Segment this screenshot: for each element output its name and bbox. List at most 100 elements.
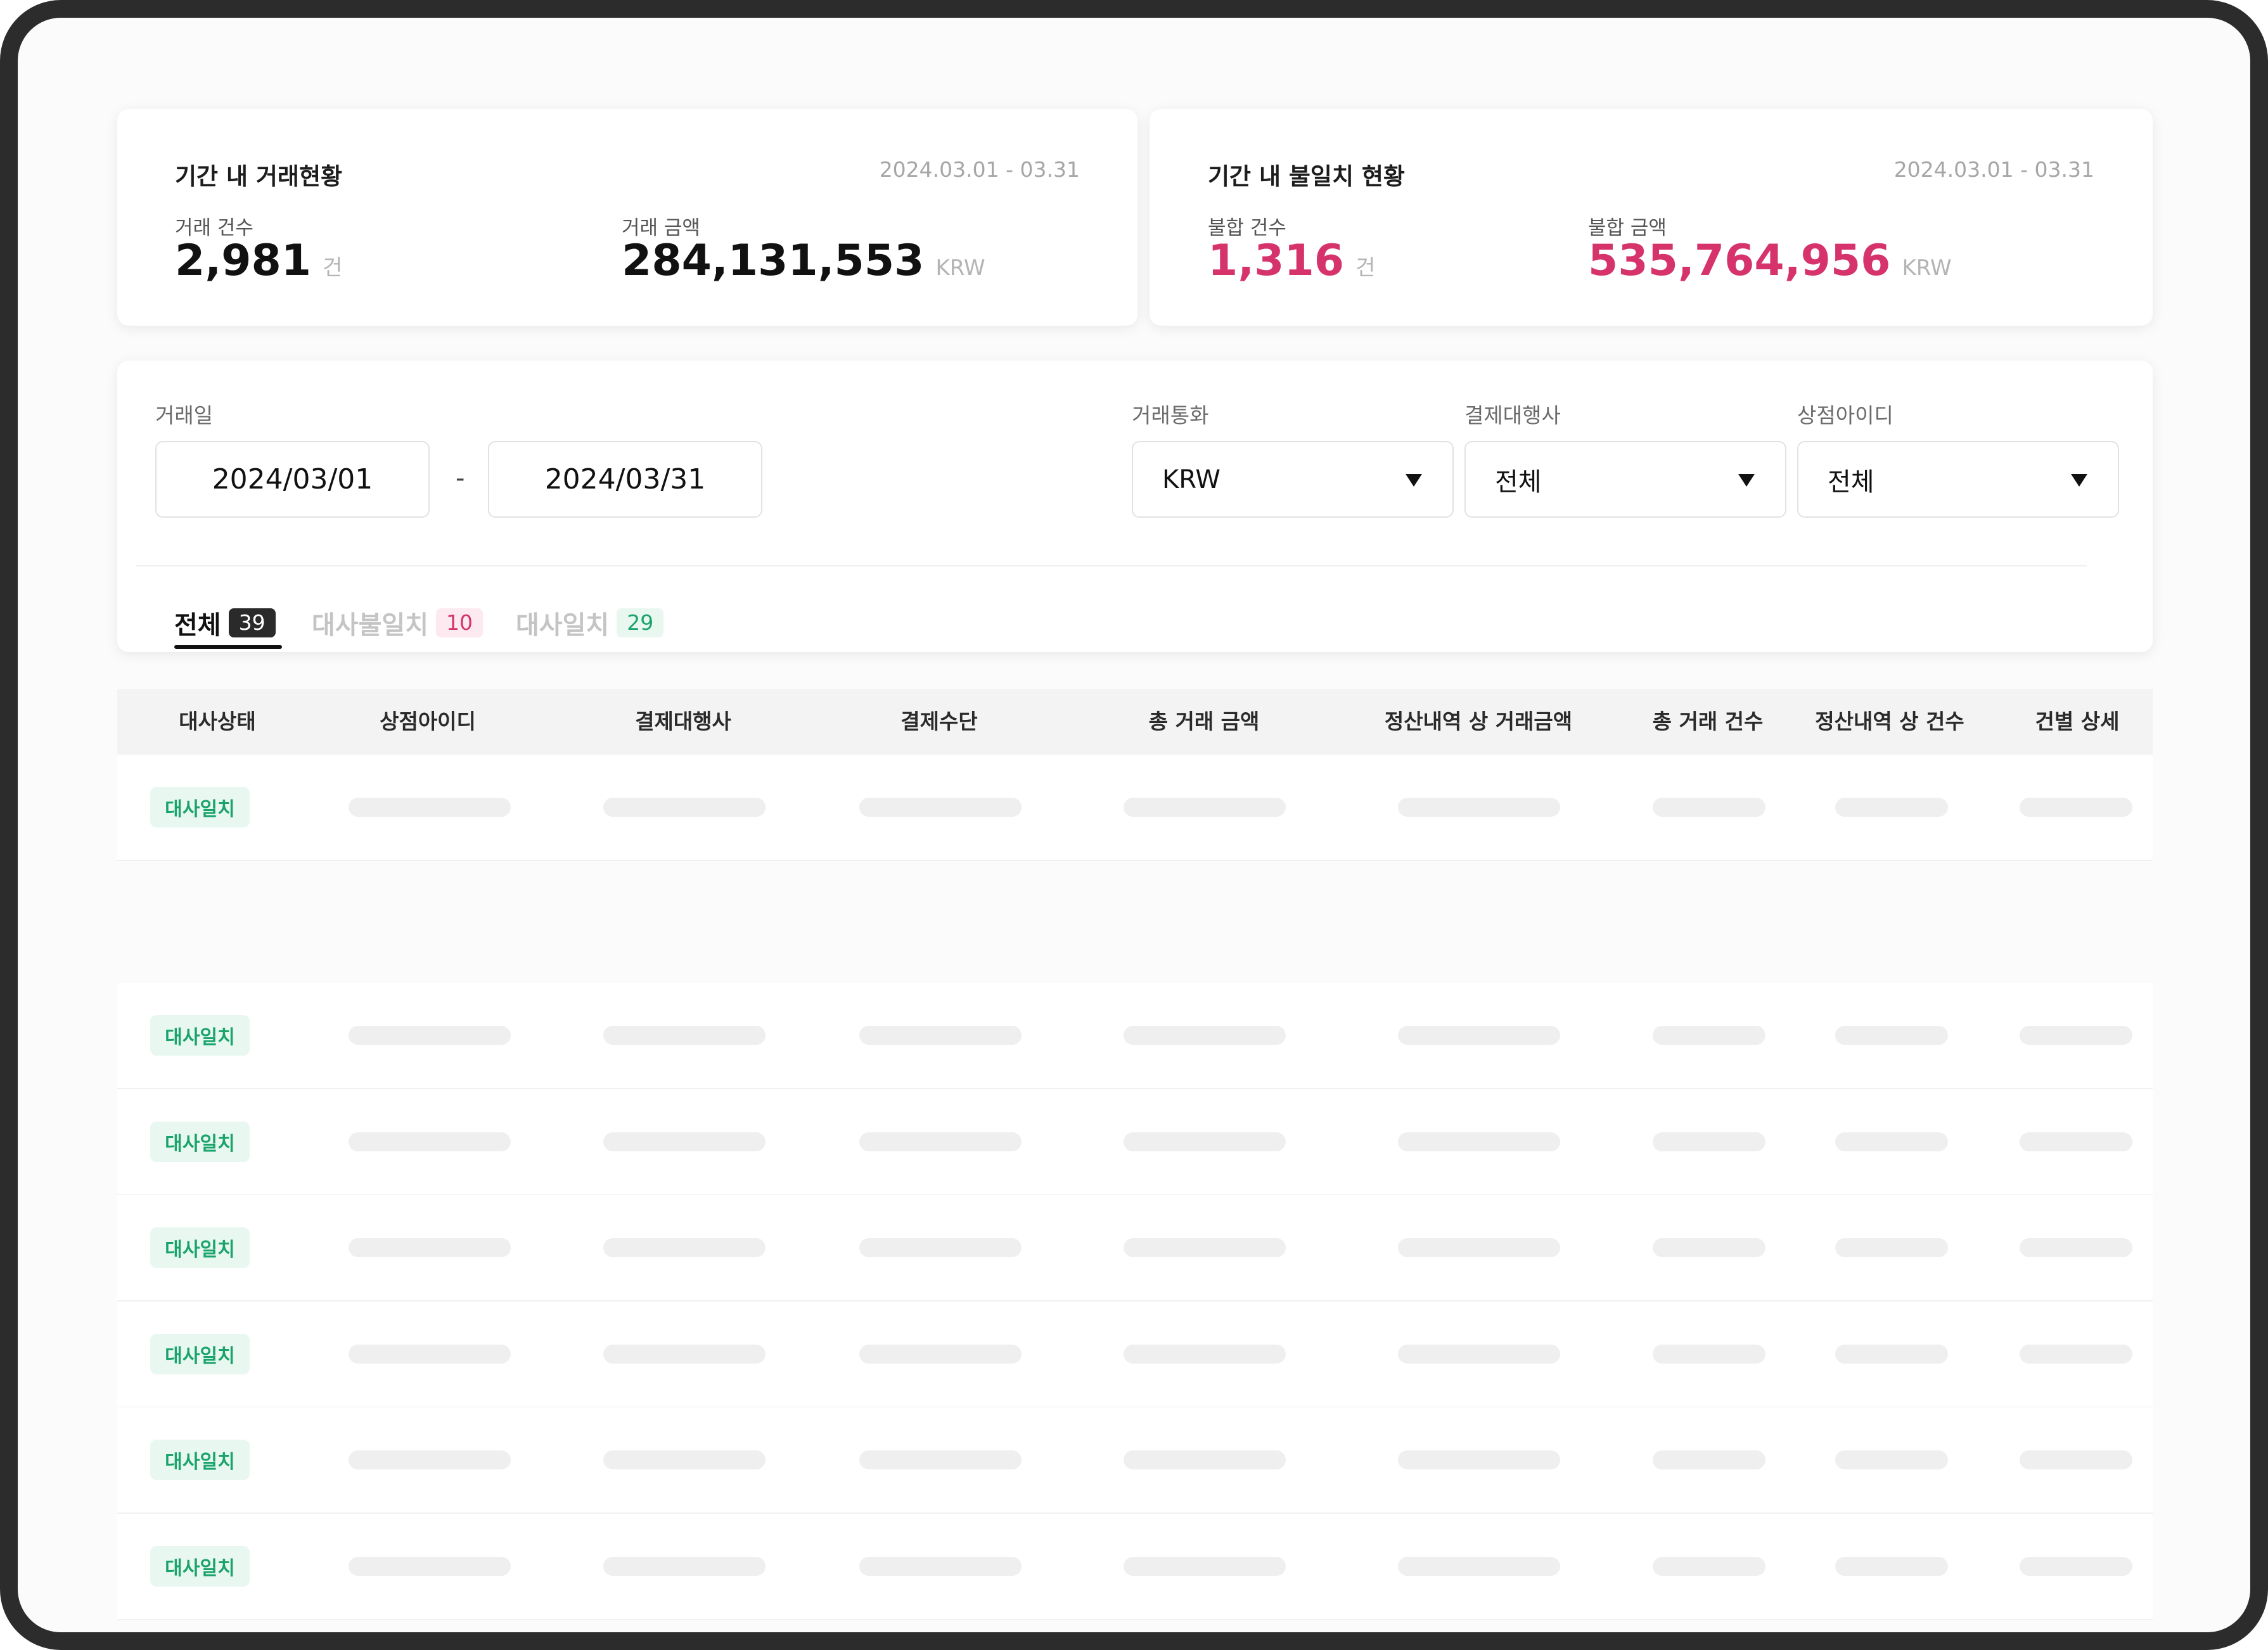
transaction-amount: 284,131,553 KRW [622, 236, 985, 286]
transactions-card-period: 2024.03.01 - 03.31 [879, 157, 1080, 182]
column-header[interactable]: 상점아이디 [380, 689, 476, 755]
merchant-filter-label: 상점아이디 [1797, 403, 1893, 428]
table-row[interactable]: 대사일치 [117, 755, 2153, 861]
loading-placeholder [859, 1450, 1022, 1469]
transaction-count-unit: 건 [323, 255, 343, 281]
loading-placeholder [859, 798, 1022, 817]
loading-placeholder [1653, 1345, 1765, 1364]
pg-select[interactable]: 전체 [1464, 441, 1786, 518]
filter-panel: 거래일 2024/03/01 - 2024/03/31 거래통화 KRW 결제대… [117, 361, 2153, 652]
date-filter-label: 거래일 [155, 403, 214, 428]
app-frame: 기간 내 거래현황 2024.03.01 - 03.31 거래 건수 2,981… [0, 0, 2268, 1650]
pg-filter-label: 결제대행사 [1464, 403, 1561, 428]
loading-placeholder [1124, 1132, 1286, 1151]
tab-mismatch-count: 10 [436, 608, 483, 637]
column-header[interactable]: 정산내역 상 거래금액 [1385, 689, 1572, 755]
column-header[interactable]: 대사상태 [179, 689, 255, 755]
loading-placeholder [1653, 1450, 1765, 1469]
merchant-select-value: 전체 [1828, 467, 1874, 497]
loading-placeholder [859, 1238, 1022, 1257]
loading-placeholder [1398, 1132, 1560, 1151]
table-row[interactable]: 대사일치 [117, 1301, 2153, 1408]
column-header[interactable]: 결제대행사 [635, 689, 731, 755]
loading-placeholder [349, 1132, 511, 1151]
loading-placeholder [1653, 1557, 1765, 1576]
mismatch-count: 1,316 건 [1208, 236, 1375, 286]
loading-placeholder [1653, 1026, 1765, 1045]
table-header: 대사상태 상점아이디 결제대행사 결제수단 총 거래 금액 정산내역 상 거래금… [117, 689, 2153, 755]
mismatch-card-period: 2024.03.01 - 03.31 [1893, 157, 2094, 182]
loading-placeholder [1124, 1026, 1286, 1045]
currency-select-value: KRW [1162, 464, 1220, 494]
tab-all[interactable]: 전체 39 [174, 603, 276, 643]
loading-placeholder [349, 798, 511, 817]
tab-matched-label: 대사일치 [516, 611, 610, 640]
loading-placeholder [1835, 798, 1948, 817]
loading-placeholder [1835, 1238, 1948, 1257]
loading-placeholder [1124, 798, 1286, 817]
loading-placeholder [1398, 1450, 1560, 1469]
start-date-input[interactable]: 2024/03/01 [155, 441, 430, 518]
status-badge: 대사일치 [150, 1015, 250, 1056]
table-row[interactable]: 대사일치 [117, 1195, 2153, 1301]
tab-matched[interactable]: 대사일치 29 [516, 603, 664, 643]
loading-placeholder [2020, 1132, 2132, 1151]
end-date-input[interactable]: 2024/03/31 [488, 441, 762, 518]
mismatch-card-title: 기간 내 불일치 현황 [1208, 163, 1405, 190]
column-header[interactable]: 총 거래 금액 [1149, 689, 1260, 755]
table-row[interactable]: 대사일치 [117, 1514, 2153, 1620]
loading-placeholder [1124, 1450, 1286, 1469]
loading-placeholder [603, 798, 766, 817]
mismatch-count-value: 1,316 [1208, 236, 1345, 286]
column-header[interactable]: 총 거래 건수 [1653, 689, 1764, 755]
mismatch-count-unit: 건 [1355, 255, 1376, 281]
tab-mismatch[interactable]: 대사불일치 10 [312, 603, 483, 643]
loading-placeholder [859, 1026, 1022, 1045]
table-row[interactable]: 대사일치 [117, 1089, 2153, 1196]
transactions-summary-card: 기간 내 거래현황 2024.03.01 - 03.31 거래 건수 2,981… [117, 109, 1137, 326]
column-header[interactable]: 결제수단 [900, 689, 977, 755]
mismatch-summary-card: 기간 내 불일치 현황 2024.03.01 - 03.31 불합 건수 1,3… [1150, 109, 2153, 326]
loading-placeholder [603, 1345, 766, 1364]
transaction-amount-unit: KRW [935, 255, 985, 281]
status-badge: 대사일치 [150, 1227, 250, 1268]
date-range-separator: - [456, 464, 465, 493]
transaction-count-value: 2,981 [175, 236, 312, 286]
loading-placeholder [2020, 1026, 2132, 1045]
transactions-card-title: 기간 내 거래현황 [175, 163, 343, 190]
active-tab-indicator [174, 645, 282, 649]
loading-placeholder [1653, 1132, 1765, 1151]
loading-placeholder [603, 1557, 766, 1576]
loading-placeholder [603, 1132, 766, 1151]
loading-placeholder [1398, 798, 1560, 817]
caret-down-icon [2071, 473, 2087, 487]
loading-placeholder [349, 1345, 511, 1364]
pg-select-value: 전체 [1495, 467, 1542, 497]
filter-divider [136, 565, 2087, 566]
status-badge: 대사일치 [150, 1546, 250, 1587]
loading-placeholder [859, 1345, 1022, 1364]
tab-mismatch-label: 대사불일치 [312, 611, 428, 640]
loading-placeholder [2020, 1345, 2132, 1364]
table-row[interactable]: 대사일치 [117, 983, 2153, 1089]
loading-placeholder [1835, 1557, 1948, 1576]
loading-placeholder [1398, 1557, 1560, 1576]
loading-placeholder [1124, 1238, 1286, 1257]
loading-placeholder [1653, 1238, 1765, 1257]
loading-placeholder [2020, 1557, 2132, 1576]
column-header[interactable]: 건별 상세 [2035, 689, 2120, 755]
loading-placeholder [349, 1557, 511, 1576]
loading-placeholder [1653, 798, 1765, 817]
loading-placeholder [1835, 1345, 1948, 1364]
loading-placeholder [1835, 1026, 1948, 1045]
merchant-select[interactable]: 전체 [1797, 441, 2119, 518]
currency-select[interactable]: KRW [1132, 441, 1454, 518]
loading-placeholder [1398, 1026, 1560, 1045]
loading-placeholder [1398, 1238, 1560, 1257]
table-row[interactable]: 대사일치 [117, 1407, 2153, 1514]
loading-placeholder [2020, 798, 2132, 817]
column-header[interactable]: 정산내역 상 건수 [1815, 689, 1964, 755]
loading-placeholder [349, 1026, 511, 1045]
mismatch-amount-value: 535,764,956 [1588, 236, 1891, 286]
tab-all-label: 전체 [174, 611, 221, 640]
